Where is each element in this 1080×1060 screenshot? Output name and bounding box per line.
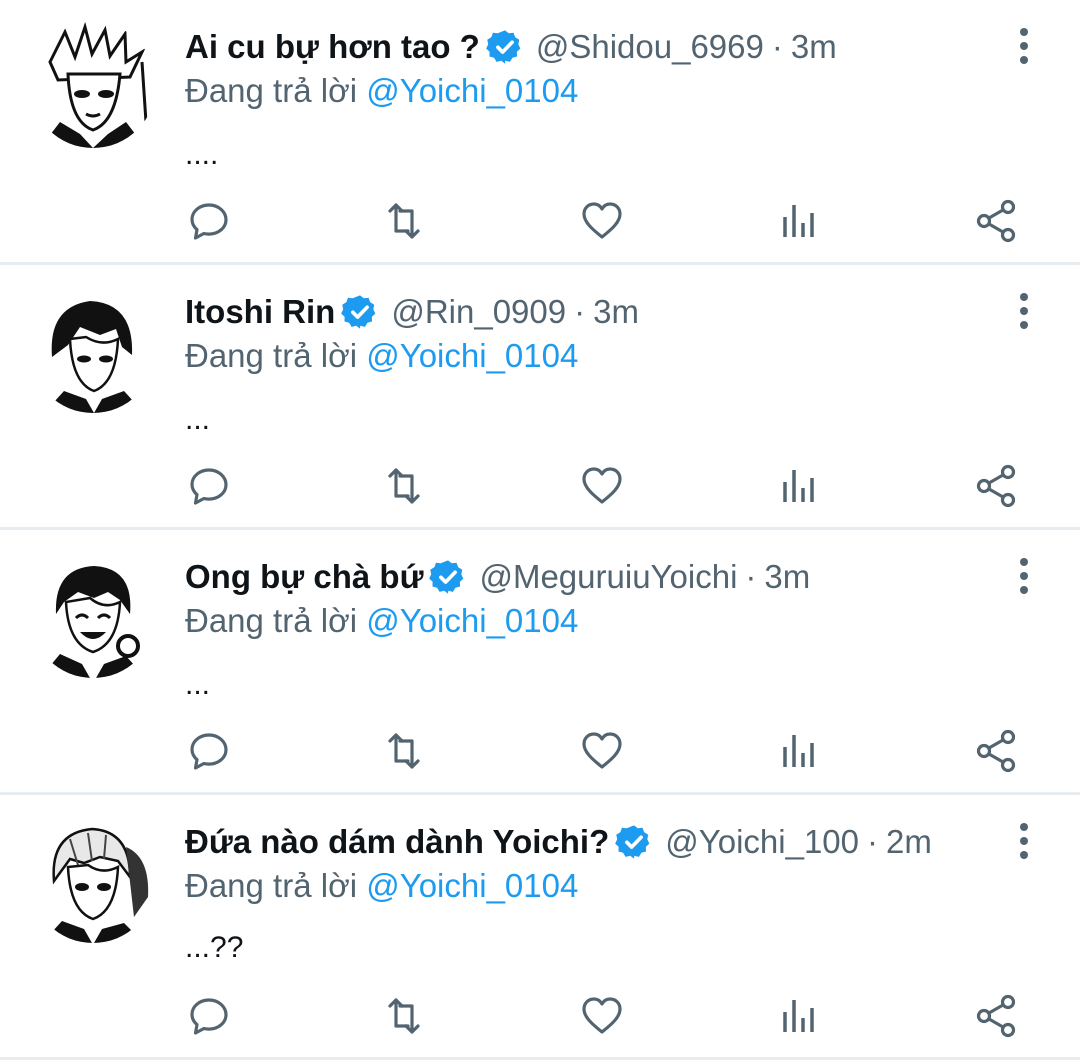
reply-context: Đang trả lời @Yoichi_0104: [185, 72, 578, 110]
more-vertical-icon[interactable]: [1008, 556, 1040, 596]
reply-prefix: Đang trả lời: [185, 867, 358, 904]
reply-icon[interactable]: [185, 462, 233, 510]
separator-dot: ·: [867, 823, 878, 860]
reply-icon[interactable]: [185, 197, 233, 245]
share-icon[interactable]: [972, 197, 1020, 245]
views-chart-icon[interactable]: [775, 197, 823, 245]
tweet-text: ...: [185, 403, 211, 436]
verified-badge-icon: [615, 823, 653, 861]
verified-badge-icon: [341, 293, 379, 331]
tweet-text: ....: [185, 138, 219, 171]
reply-prefix: Đang trả lời: [185, 337, 358, 374]
display-name[interactable]: Đứa nào dám dành Yoichi?: [185, 823, 609, 861]
share-icon[interactable]: [972, 727, 1020, 775]
retweet-icon[interactable]: [380, 197, 428, 245]
avatar-image: [30, 817, 156, 943]
more-vertical-icon[interactable]: [1008, 821, 1040, 861]
verified-badge-icon: [429, 558, 467, 596]
tweet[interactable]: Ai cu bự hơn tao ? @Shidou_6969 · 3m Đan…: [0, 0, 1080, 262]
reply-context: Đang trả lời @Yoichi_0104: [185, 337, 578, 375]
heart-icon[interactable]: [578, 727, 626, 775]
heart-icon[interactable]: [578, 462, 626, 510]
views-chart-icon[interactable]: [775, 727, 823, 775]
avatar[interactable]: [30, 22, 156, 148]
action-bar: [185, 462, 1025, 510]
reply-prefix: Đang trả lời: [185, 72, 358, 109]
retweet-icon[interactable]: [380, 992, 428, 1040]
reply-mention-link[interactable]: @Yoichi_0104: [366, 72, 578, 109]
retweet-icon[interactable]: [380, 727, 428, 775]
share-icon[interactable]: [972, 462, 1020, 510]
more-vertical-icon[interactable]: [1008, 291, 1040, 331]
views-chart-icon[interactable]: [775, 462, 823, 510]
avatar[interactable]: [30, 287, 156, 413]
avatar[interactable]: [30, 817, 156, 943]
reply-mention-link[interactable]: @Yoichi_0104: [366, 602, 578, 639]
action-bar: [185, 992, 1025, 1040]
tweet-text: ...??: [185, 931, 244, 964]
views-chart-icon[interactable]: [775, 992, 823, 1040]
retweet-icon[interactable]: [380, 462, 428, 510]
reply-prefix: Đang trả lời: [185, 602, 358, 639]
reply-mention-link[interactable]: @Yoichi_0104: [366, 337, 578, 374]
separator-dot: ·: [745, 558, 757, 595]
reply-context: Đang trả lời @Yoichi_0104: [185, 602, 578, 640]
timestamp[interactable]: 2m: [886, 823, 932, 861]
tweet[interactable]: Đứa nào dám dành Yoichi? @Yoichi_100 · 2…: [0, 795, 1080, 1057]
user-handle[interactable]: @Shidou_6969: [536, 28, 764, 66]
action-bar: [185, 197, 1025, 245]
reply-icon[interactable]: [185, 727, 233, 775]
heart-icon[interactable]: [578, 992, 626, 1040]
avatar-image: [30, 552, 156, 678]
display-name[interactable]: Ai cu bự hơn tao ?: [185, 28, 480, 66]
user-handle[interactable]: @Yoichi_100: [665, 823, 859, 861]
tweet-text: ...: [185, 668, 211, 701]
display-name[interactable]: Itoshi Rin: [185, 293, 335, 331]
timestamp[interactable]: 3m: [791, 28, 837, 66]
tweet[interactable]: Itoshi Rin @Rin_0909 · 3m Đang trả lời @…: [0, 265, 1080, 527]
user-handle[interactable]: @MeguruiuYoichi: [479, 558, 737, 596]
avatar-image: [30, 287, 156, 413]
separator-dot: ·: [771, 28, 783, 65]
separator-dot: ·: [574, 293, 586, 330]
user-handle[interactable]: @Rin_0909: [391, 293, 566, 331]
display-name[interactable]: Ong bự chà bứ: [185, 558, 423, 596]
action-bar: [185, 727, 1025, 775]
timestamp[interactable]: 3m: [593, 293, 639, 331]
heart-icon[interactable]: [578, 197, 626, 245]
reply-icon[interactable]: [185, 992, 233, 1040]
timestamp[interactable]: 3m: [764, 558, 810, 596]
reply-context: Đang trả lời @Yoichi_0104: [185, 867, 578, 905]
avatar-image: [30, 22, 156, 148]
verified-badge-icon: [486, 28, 524, 66]
tweet[interactable]: Ong bự chà bứ @MeguruiuYoichi · 3m Đang …: [0, 530, 1080, 792]
reply-mention-link[interactable]: @Yoichi_0104: [366, 867, 578, 904]
avatar[interactable]: [30, 552, 156, 678]
share-icon[interactable]: [972, 992, 1020, 1040]
more-vertical-icon[interactable]: [1008, 26, 1040, 66]
